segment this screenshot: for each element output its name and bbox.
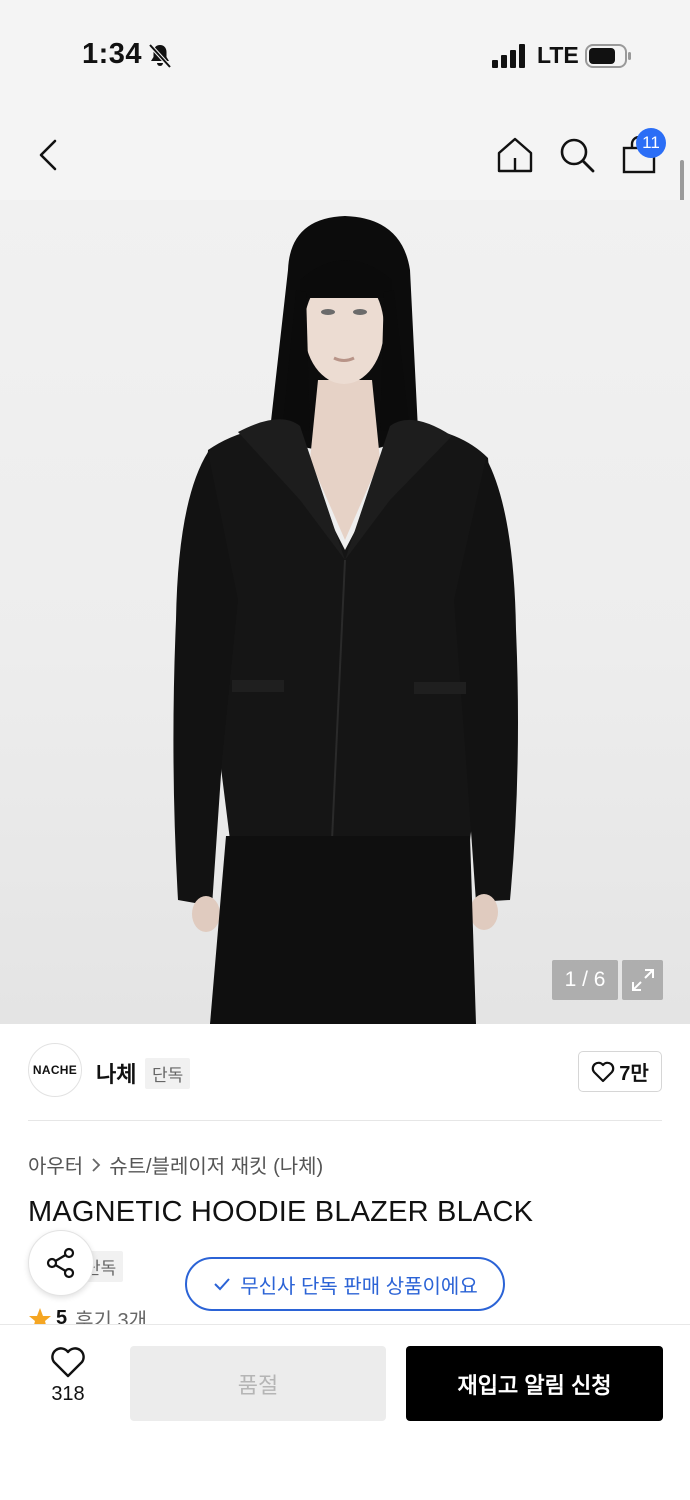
brand-logo[interactable]: NACHE xyxy=(28,1043,82,1097)
soldout-button[interactable]: 품절 xyxy=(130,1346,386,1421)
exclusive-notice-text: 무신사 단독 판매 상품이에요 xyxy=(240,1275,478,1298)
fullscreen-button[interactable] xyxy=(622,960,663,1000)
restock-alert-button[interactable]: 재입고 알림 신청 xyxy=(406,1346,663,1421)
share-icon xyxy=(46,1247,75,1279)
status-bar: 1:34 LTE xyxy=(0,0,690,110)
product-photo xyxy=(173,216,518,1024)
expand-icon xyxy=(631,969,654,991)
heart-icon xyxy=(591,1061,615,1082)
home-icon xyxy=(497,137,533,173)
breadcrumb-subcategory[interactable]: 슈트/블레이저 재킷 (나체) xyxy=(109,1150,323,1179)
brand-name[interactable]: 나체 xyxy=(96,1057,136,1089)
brand-like-button[interactable]: 7만 xyxy=(578,1051,662,1092)
exclusive-notice-pill: 무신사 단독 판매 상품이에요 xyxy=(185,1257,505,1311)
home-button[interactable] xyxy=(494,110,536,200)
status-time: 1:34 xyxy=(82,38,143,70)
product-title: MAGNETIC HOODIE BLAZER BLACK xyxy=(28,1196,534,1228)
chevron-right-icon xyxy=(92,1157,101,1172)
heart-icon xyxy=(51,1347,85,1378)
share-button[interactable] xyxy=(28,1230,94,1296)
divider xyxy=(28,1120,662,1121)
bottom-action-bar: 318 품절 재입고 알림 신청 xyxy=(0,1324,690,1500)
battery-icon xyxy=(585,44,631,68)
brand-like-count: 7만 xyxy=(619,1063,649,1085)
bell-off-icon xyxy=(148,43,172,69)
signal-icon xyxy=(492,44,525,68)
product-image-gallery[interactable] xyxy=(0,200,690,1024)
breadcrumb-category[interactable]: 아우터 xyxy=(28,1150,83,1179)
product-like-button[interactable]: 318 xyxy=(28,1347,108,1423)
breadcrumb: 아우터 슈트/블레이저 재킷 (나체) xyxy=(28,1150,323,1179)
network-label: LTE xyxy=(537,42,579,68)
image-counter: 1 / 6 xyxy=(552,960,618,1000)
product-like-count: 318 xyxy=(51,1383,85,1405)
check-icon xyxy=(214,1278,230,1291)
search-icon xyxy=(560,138,595,173)
search-button[interactable] xyxy=(556,110,598,200)
brand-row: NACHE 나체 단독 7만 xyxy=(28,1043,662,1099)
exclusive-tag: 단독 xyxy=(145,1058,191,1089)
back-button[interactable] xyxy=(28,110,68,200)
cart-count-badge: 11 xyxy=(636,128,666,158)
top-nav-bar xyxy=(0,110,690,200)
chevron-left-icon xyxy=(39,139,57,171)
